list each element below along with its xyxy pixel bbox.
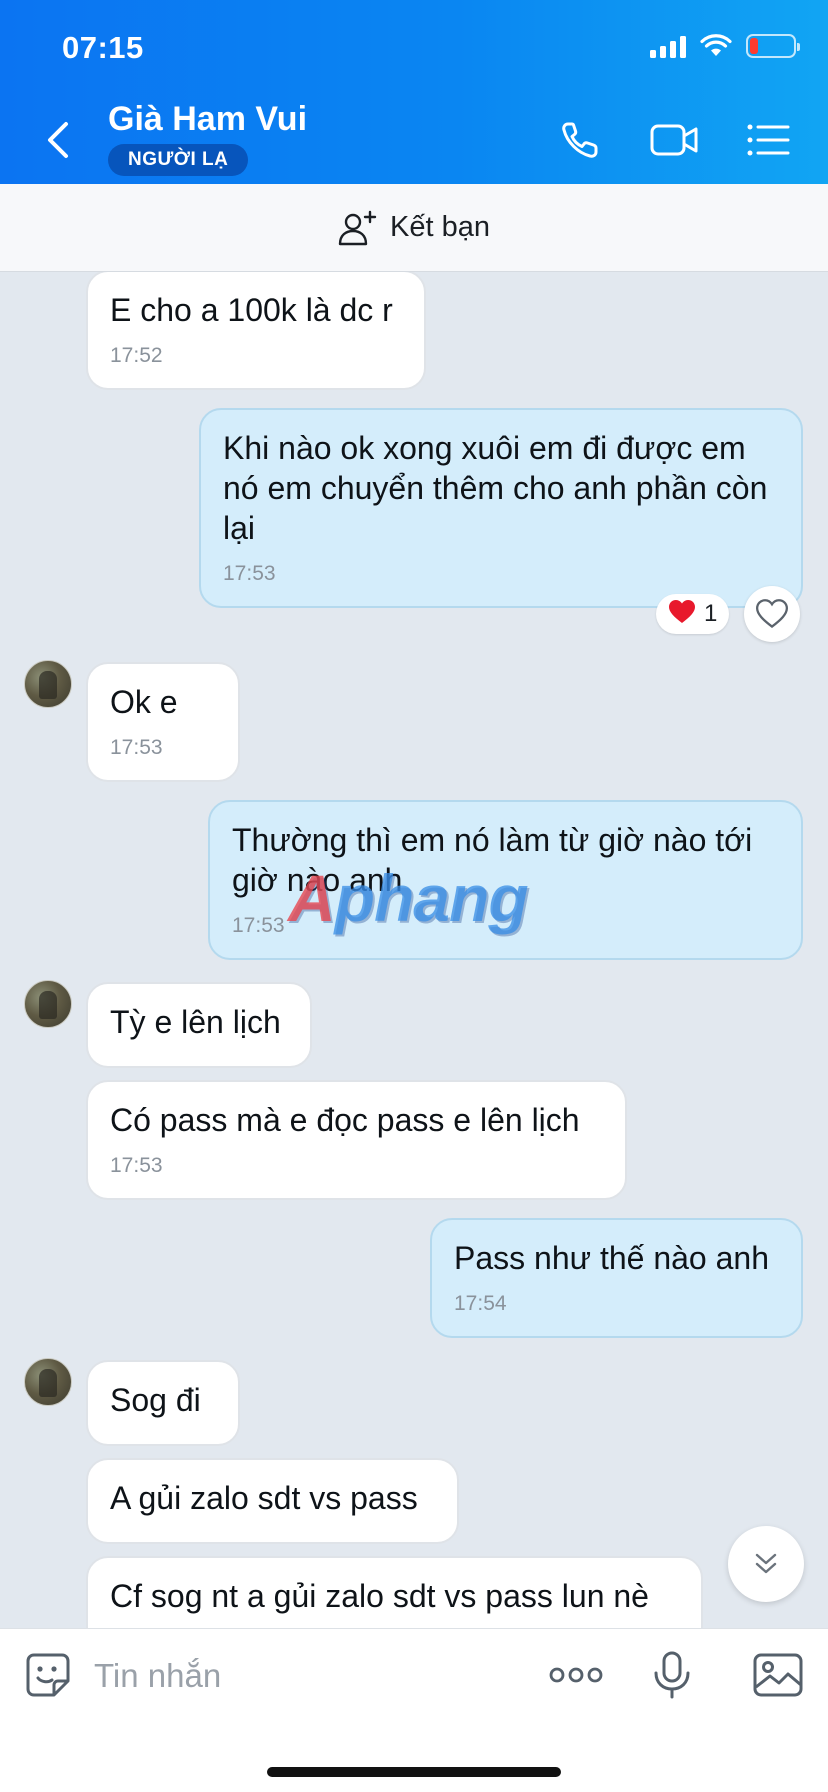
message-time: 17:53 — [110, 1154, 163, 1177]
sticker-icon[interactable] — [22, 1649, 74, 1701]
back-arrow-icon[interactable] — [38, 118, 78, 162]
reaction-count: 1 — [704, 600, 718, 627]
message-time: 17:54 — [454, 1292, 507, 1315]
message-text: A gủi zalo sdt vs pass — [110, 1480, 418, 1516]
message-input-bar: Tin nhắn — [0, 1628, 828, 1792]
message-bubble[interactable]: Cf sog nt a gủi zalo sdt vs pass lun nè — [86, 1556, 703, 1628]
message-text: Có pass mà e đọc pass e lên lịch — [110, 1102, 580, 1138]
video-call-icon[interactable] — [650, 118, 700, 162]
double-chevron-down-icon — [755, 1553, 777, 1574]
message-bubble[interactable]: A gủi zalo sdt vs pass — [86, 1458, 459, 1544]
add-friend-icon — [338, 210, 377, 245]
more-options-icon[interactable] — [548, 1649, 604, 1701]
avatar[interactable] — [24, 980, 72, 1028]
reaction-badge[interactable]: 1 — [656, 594, 730, 634]
cellular-signal-icon — [650, 34, 686, 58]
chat-header: 07:15 Già Ham Vui NGƯỜI LẠ — [0, 0, 828, 184]
battery-icon — [746, 34, 800, 58]
status-icons — [650, 34, 800, 58]
message-time: 17:53 — [223, 562, 276, 585]
message-text: Khi nào ok xong xuôi em đi được em nó em… — [223, 430, 768, 546]
message-bubble[interactable]: Khi nào ok xong xuôi em đi được em nó em… — [199, 408, 803, 608]
message-bubble[interactable]: Tỳ e lên lịch — [86, 982, 312, 1068]
microphone-icon[interactable] — [646, 1649, 698, 1701]
add-friend-label: Kết bạn — [390, 211, 490, 243]
message-text: Ok e — [110, 684, 178, 720]
status-time: 07:15 — [62, 30, 144, 65]
message-text: Tỳ e lên lịch — [110, 1004, 281, 1040]
message-text: E cho a 100k là dc r — [110, 292, 393, 328]
phone-call-icon[interactable] — [558, 118, 608, 162]
message-time: 17:53 — [110, 736, 163, 759]
watermark-logo: Aphang — [288, 861, 529, 935]
message-bubble[interactable]: Pass như thế nào anh 17:54 — [430, 1218, 803, 1338]
scroll-to-bottom-button[interactable] — [728, 1526, 804, 1602]
heart-outline-icon — [756, 599, 788, 629]
message-text: Pass như thế nào anh — [454, 1240, 769, 1276]
contact-name[interactable]: Già Ham Vui — [108, 100, 307, 139]
heart-reaction-icon — [668, 599, 696, 630]
wifi-icon — [700, 34, 732, 56]
message-bubble[interactable]: E cho a 100k là dc r 17:52 — [86, 272, 426, 390]
message-bubble[interactable]: Có pass mà e đọc pass e lên lịch 17:53 — [86, 1080, 627, 1200]
message-bubble[interactable]: Sog đi — [86, 1360, 240, 1446]
message-text: Cf sog nt a gủi zalo sdt vs pass lun nè — [110, 1578, 649, 1614]
message-list[interactable]: E cho a 100k là dc r 17:52 Khi nào ok xo… — [0, 272, 828, 1628]
menu-list-icon[interactable] — [744, 118, 794, 162]
add-friend-button[interactable]: Kết bạn — [0, 184, 828, 272]
home-indicator — [267, 1767, 561, 1777]
avatar[interactable] — [24, 660, 72, 708]
like-button[interactable] — [744, 586, 800, 642]
message-text: Sog đi — [110, 1382, 201, 1418]
message-bubble[interactable]: Ok e 17:53 — [86, 662, 240, 782]
avatar[interactable] — [24, 1358, 72, 1406]
message-time: 17:52 — [110, 344, 163, 367]
message-input[interactable]: Tin nhắn — [94, 1657, 221, 1695]
image-gallery-icon[interactable] — [752, 1649, 804, 1701]
stranger-badge: NGƯỜI LẠ — [108, 144, 249, 176]
